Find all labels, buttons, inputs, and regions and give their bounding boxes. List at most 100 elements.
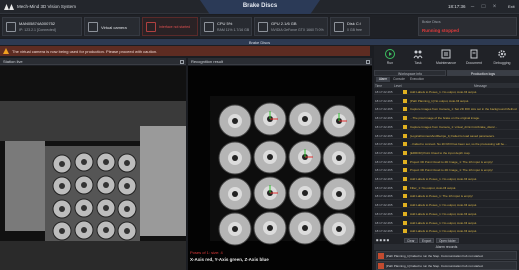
warning-text: The virtual camera is now being used for…	[12, 49, 158, 54]
camera-status[interactable]: MAN05874A000752 IP: 123.2.1 [Connected]	[2, 17, 82, 36]
virtual-camera-status[interactable]: Virtual camera	[84, 17, 140, 36]
camera-ip: IP: 123.2.1 [Connected]	[19, 28, 56, 32]
log-row[interactable]: 18:17:22.265 [ERROR] Point Cloud to the i…	[374, 150, 519, 157]
log-row[interactable]: 18:17:22.265 ...Failed to connect. No 2D …	[374, 141, 519, 148]
log-col-time: Time	[375, 83, 382, 88]
log-time: 18:17:22.265	[375, 133, 393, 138]
gpu-label: GPU 2.1/6 GB	[271, 21, 297, 26]
subtab-console[interactable]: Console	[391, 77, 407, 82]
project-title-tab: Brake Discs	[200, 0, 320, 14]
debugging-button[interactable]: Debugging	[488, 48, 516, 67]
log-row[interactable]: 18:17:22.265 Capture Images from Camera_1…	[374, 124, 519, 130]
right-panel: Run Task Maintenance Document Debugging …	[374, 46, 519, 270]
maintenance-icon	[441, 49, 451, 59]
log-time: 18:17:22.265	[375, 211, 393, 216]
maximize-icon[interactable]: □	[479, 3, 488, 11]
log-row[interactable]: 18:17:22.265 [LogicalConnectAndRecipe_1] …	[374, 133, 519, 139]
alarm-records-header: Alarm records	[374, 244, 519, 250]
warning-level-icon	[403, 168, 407, 173]
log-row[interactable]: 18:17:22.265 Add Labels to Poses_1. No ou…	[374, 176, 519, 183]
run-status: Brake Discs Running stopped	[418, 17, 517, 36]
recognition-result-view[interactable]: Poses of 1: size: 4 X-Axis red, Y-Axis g…	[188, 66, 372, 270]
recognition-result-header: Recognition result	[188, 58, 372, 65]
disk-status: Disk C:/ 0 GB free	[330, 17, 370, 36]
log-filter-icons[interactable]: ◼ ◼ ◼ ◼	[376, 238, 389, 243]
maximize-panel-icon[interactable]	[180, 59, 184, 64]
task-icon	[413, 50, 423, 59]
open-folder-button[interactable]: Open folder	[436, 238, 459, 243]
log-time: 18:17:22.265	[375, 124, 393, 129]
warning-level-icon	[403, 124, 407, 129]
exit-button[interactable]: Exit	[508, 4, 515, 9]
log-row[interactable]: 18:17:22.265 Capture Images from Camera_1…	[374, 106, 519, 113]
poses-count-label: Poses of 1: size: 4	[190, 250, 223, 255]
virtual-camera-icon	[88, 22, 98, 32]
warning-level-icon	[403, 185, 407, 190]
maintenance-button[interactable]: Maintenance	[432, 48, 460, 67]
log-time: 18:17:22.265	[375, 142, 393, 147]
alarm-text: [Path Planning_1] Failed to run the Step…	[386, 263, 484, 268]
recognition-result-image	[188, 66, 372, 270]
project-bar: Brake Discs	[0, 39, 519, 45]
project-bar-label: Brake Discs	[248, 39, 271, 45]
disk-label: Disk C:/	[347, 21, 361, 26]
run-status-caption: Brake Discs	[422, 20, 441, 24]
tab-production-logs[interactable]: Production logs	[447, 70, 519, 76]
log-row[interactable]: 18:17:22.265 Add Labels to Poses_1: No ou…	[374, 202, 519, 209]
alarm-card[interactable]: [Path Planning_1] Failed to run the Step…	[376, 251, 517, 260]
camera-icon	[6, 22, 16, 32]
warning-level-icon	[403, 107, 407, 112]
log-row[interactable]: 18:17:22.265 Add Labels to Poses_1: No ou…	[374, 211, 519, 217]
warning-level-icon	[403, 159, 407, 164]
warning-banner: The virtual camera is now being used for…	[0, 46, 370, 56]
warning-level-icon	[403, 98, 407, 103]
warning-level-icon	[403, 90, 407, 94]
run-button[interactable]: Run	[376, 48, 404, 67]
log-message: Add Labels to Poses_1: No output, Auto-f…	[410, 203, 478, 208]
log-message: Add Labels to Poses_1: No output, Auto-f…	[410, 211, 478, 216]
minimize-icon[interactable]: –	[468, 3, 477, 11]
maximize-panel-icon[interactable]	[366, 59, 370, 64]
subtab-alarm[interactable]: Alarm	[376, 77, 390, 82]
log-time: 18:17:22.265	[375, 177, 393, 181]
log-time: 18:17:22.265	[375, 90, 393, 94]
log-row[interactable]: 18:17:22.265 Filter_1: No output, Auto-fi…	[374, 185, 519, 191]
title-bar: Mech-Mind 3D Vision System Brake Discs 1…	[0, 0, 519, 14]
log-row[interactable]: 18:17:22.265 Add Labels to Poses_1: No ou…	[374, 228, 519, 235]
alarm-text: [Path Planning_1] Failed to run the Step…	[386, 254, 484, 258]
log-row[interactable]: 18:17:22.265 Add Labels to Poses_1. No ou…	[374, 89, 519, 96]
log-time: 18:17:22.265	[375, 168, 393, 173]
warning-level-icon	[403, 194, 407, 199]
maintenance-label: Maintenance	[435, 61, 457, 65]
document-button[interactable]: Document	[460, 48, 488, 67]
log-message: Filter_1: No output, Auto-fill output.	[410, 185, 457, 190]
station-live-title: Station live	[3, 59, 23, 64]
clock: 18:17:36	[448, 4, 466, 9]
log-row[interactable]: 18:17:22.265 [Path Planning_1] No output,…	[374, 98, 519, 104]
recognition-result-title: Recognition result	[191, 59, 224, 64]
alarm-records-title: Alarm records	[435, 245, 458, 249]
close-icon[interactable]: ×	[490, 3, 499, 11]
status-row: MAN05874A000752 IP: 123.2.1 [Connected] …	[0, 15, 519, 38]
warning-level-icon	[403, 142, 407, 147]
log-message: Add Labels to Poses_1: No output, Auto-f…	[410, 220, 478, 225]
log-time: 18:17:22.265	[375, 98, 393, 103]
log-row[interactable]: 18:17:22.265 Project 3D Point Cloud to 2D…	[374, 159, 519, 165]
gpu-icon	[258, 22, 268, 32]
robot-interface-status[interactable]: Interface not started	[142, 17, 198, 36]
station-live-view[interactable]	[0, 66, 186, 270]
subtab-execution[interactable]: Execution	[408, 77, 426, 82]
clear-log-button[interactable]: Clear	[404, 238, 418, 243]
tab-workspace-info[interactable]: Workspace info	[374, 70, 446, 76]
run-label: Run	[386, 61, 394, 65]
log-message: Capture Images from Camera_1: Set 2D ROI…	[410, 107, 517, 112]
log-message: [ERROR] Point Cloud to the input depth m…	[410, 150, 471, 155]
task-button[interactable]: Task	[404, 48, 432, 67]
log-message: [LogicalConnectAndRecipe_1] Failed to lo…	[410, 133, 495, 138]
export-log-button[interactable]: Export	[419, 238, 435, 243]
log-row[interactable]: 18:17:22.265 Add Labels to Poses_1: No ou…	[374, 220, 519, 226]
log-row[interactable]: 18:17:22.265 ...The pixel image of the br…	[374, 115, 519, 122]
log-row[interactable]: 18:17:22.265 Project 3D Point Cloud to 2D…	[374, 167, 519, 174]
alarm-card[interactable]: [Path Planning_1] Failed to run the Step…	[376, 260, 517, 270]
log-row[interactable]: 18:17:22.265 Add Labels to Poses_1: The 1…	[374, 193, 519, 200]
